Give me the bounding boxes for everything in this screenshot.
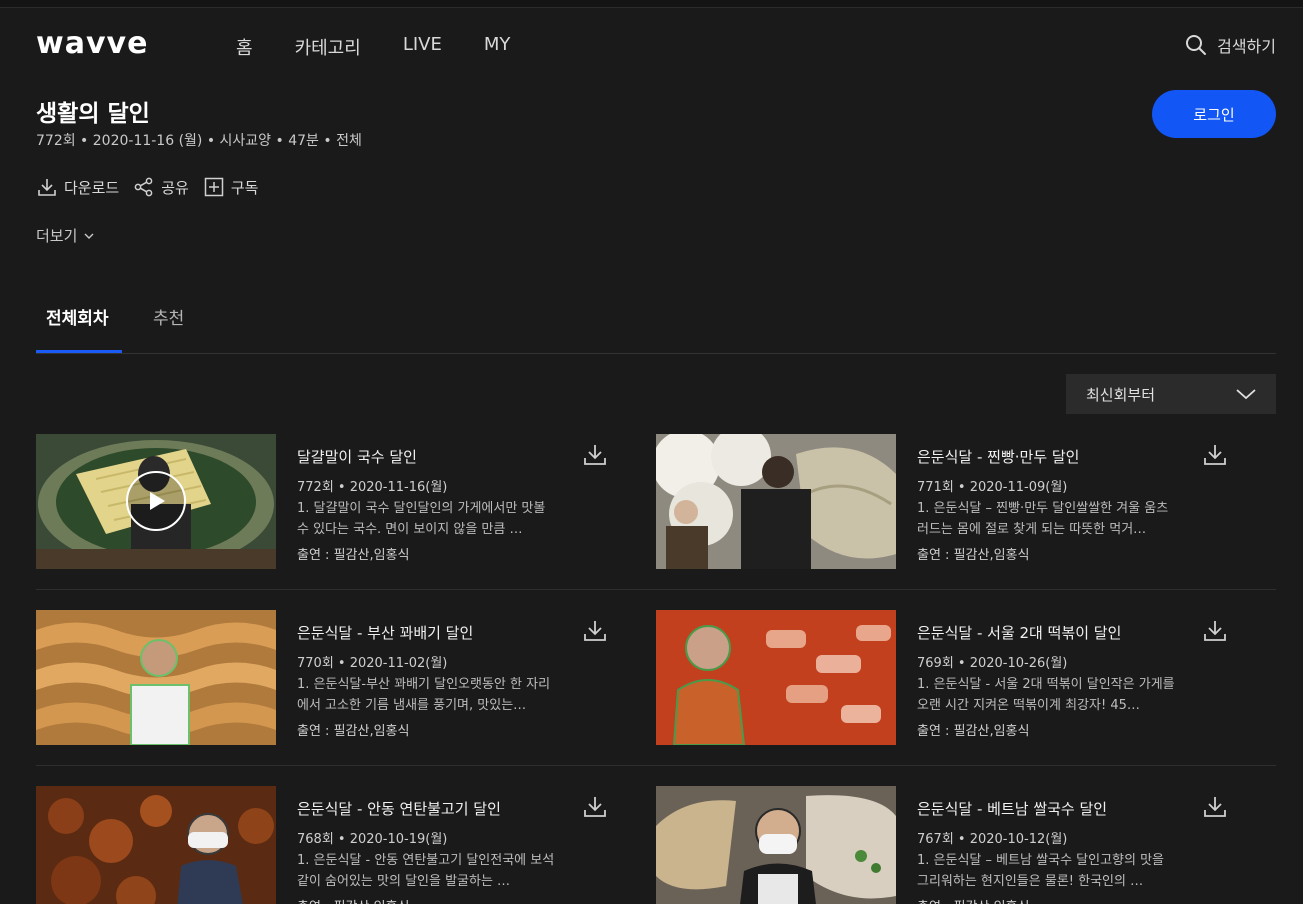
- sort-dropdown[interactable]: 최신회부터: [1066, 374, 1276, 414]
- subscribe-label: 구독: [230, 178, 259, 197]
- episode-title[interactable]: 은둔식달 - 서울 2대 떡볶이 달인: [917, 622, 1121, 643]
- episode-cast: 출연 : 필감산,임홍식: [917, 896, 1029, 904]
- episode-date: 769회 • 2020-10-26(월): [917, 656, 1068, 671]
- episode-title[interactable]: 은둔식달 - 부산 꽈배기 달인: [297, 622, 473, 643]
- play-button[interactable]: [126, 471, 186, 531]
- header: wavve 홈 카테고리 LIVE MY 검색하기: [0, 8, 1303, 84]
- download-icon[interactable]: [1202, 442, 1228, 468]
- chevron-down-icon: [1236, 389, 1256, 400]
- episode-date: 767회 • 2020-10-12(월): [917, 832, 1068, 847]
- episode-title[interactable]: 달걀말이 국수 달인: [297, 446, 417, 467]
- subscribe-action[interactable]: 구독: [203, 176, 259, 198]
- download-icon[interactable]: [1202, 794, 1228, 820]
- episode-date: 772회 • 2020-11-16(월): [297, 480, 448, 495]
- sort-selected: 최신회부터: [1086, 385, 1156, 404]
- download-action[interactable]: 다운로드: [36, 176, 119, 198]
- episode-cast: 출연 : 필감산,임홍식: [297, 896, 409, 904]
- episode-item[interactable]: 은둔식달 - 안동 연탄불고기 달인 768회 • 2020-10-19(월) …: [36, 786, 616, 904]
- download-icon[interactable]: [582, 618, 608, 644]
- episode-date: 768회 • 2020-10-19(월): [297, 832, 448, 847]
- more-label: 더보기: [36, 227, 78, 245]
- plus-box-icon: [204, 177, 224, 197]
- download-icon[interactable]: [1202, 618, 1228, 644]
- episode-thumbnail[interactable]: [36, 786, 276, 904]
- wavve-logo[interactable]: wavve: [36, 26, 148, 61]
- top-border: [0, 0, 1303, 8]
- episode-description: 1. 달걀말이 국수 달인달인의 가게에서만 맛볼 수 있다는 국수. 면이 보…: [297, 501, 546, 537]
- episode-thumbnail[interactable]: [656, 610, 896, 745]
- program-meta: 772회 • 2020-11-16 (월) • 시사교양 • 47분 • 전체: [36, 133, 362, 149]
- episode-cast: 출연 : 필감산,임홍식: [917, 548, 1030, 563]
- episode-item[interactable]: 달걀말이 국수 달인 772회 • 2020-11-16(월) 1. 달걀말이 …: [36, 434, 616, 570]
- download-icon: [38, 179, 56, 196]
- episode-thumbnail[interactable]: [656, 434, 896, 569]
- row-divider: [36, 589, 1276, 590]
- episode-date: 771회 • 2020-11-09(월): [917, 480, 1068, 495]
- episode-description: 1. 은둔식달 – 찐빵·만두 달인쌀쌀한 겨울 움츠러드는 몸에 절로 찾게 …: [917, 501, 1169, 537]
- episode-item[interactable]: 은둔식달 - 서울 2대 떡볶이 달인 769회 • 2020-10-26(월)…: [656, 610, 1236, 746]
- episode-item[interactable]: 은둔식달 - 부산 꽈배기 달인 770회 • 2020-11-02(월) 1.…: [36, 610, 616, 746]
- episode-title[interactable]: 은둔식달 - 찐빵·만두 달인: [917, 446, 1080, 467]
- login-button[interactable]: 로그인: [1152, 90, 1276, 138]
- search-label: 검색하기: [1217, 37, 1276, 56]
- program-title: 생활의 달인: [36, 101, 150, 127]
- episode-thumbnail[interactable]: [36, 434, 276, 569]
- tab-recommend[interactable]: 추천: [153, 304, 184, 329]
- nav-category[interactable]: 카테고리: [295, 34, 361, 60]
- program-actions: 다운로드 공유 구독: [36, 176, 258, 198]
- episode-description: 1. 은둔식달 – 베트남 쌀국수 달인고향의 맛을 그리워하는 현지인들은 물…: [917, 853, 1165, 889]
- tab-all-episodes[interactable]: 전체회차: [46, 304, 109, 329]
- play-icon: [150, 492, 165, 510]
- episode-item[interactable]: 은둔식달 - 찐빵·만두 달인 771회 • 2020-11-09(월) 1. …: [656, 434, 1236, 570]
- search-icon: [1186, 35, 1207, 55]
- episode-item[interactable]: 은둔식달 - 베트남 쌀국수 달인 767회 • 2020-10-12(월) 1…: [656, 786, 1236, 904]
- episode-title[interactable]: 은둔식달 - 안동 연탄불고기 달인: [297, 798, 501, 819]
- main-nav: 홈 카테고리 LIVE MY: [236, 34, 552, 60]
- row-divider: [36, 765, 1276, 766]
- nav-my[interactable]: MY: [484, 34, 511, 60]
- nav-live[interactable]: LIVE: [403, 34, 442, 60]
- download-icon[interactable]: [582, 794, 608, 820]
- download-icon[interactable]: [582, 442, 608, 468]
- search-button[interactable]: 검색하기: [1185, 33, 1276, 57]
- episode-title[interactable]: 은둔식달 - 베트남 쌀국수 달인: [917, 798, 1107, 819]
- chevron-down-icon: [84, 233, 94, 239]
- episode-cast: 출연 : 필감산,임홍식: [917, 724, 1030, 739]
- share-icon: [134, 177, 153, 197]
- share-action[interactable]: 공유: [133, 176, 189, 198]
- episode-description: 1. 은둔식달 - 서울 2대 떡볶이 달인작은 가게를 오랜 시간 지켜온 떡…: [917, 677, 1175, 713]
- episode-description: 1. 은둔식달 - 안동 연탄불고기 달인전국에 보석같이 숨어있는 맛의 달인…: [297, 853, 555, 889]
- active-tab-indicator: [36, 350, 122, 353]
- share-label: 공유: [161, 178, 189, 197]
- episode-cast: 출연 : 필감산,임홍식: [297, 548, 410, 563]
- nav-home[interactable]: 홈: [236, 34, 253, 60]
- episode-tabs: 전체회차 추천: [36, 304, 1276, 354]
- download-label: 다운로드: [64, 178, 120, 197]
- episode-thumbnail[interactable]: [656, 786, 896, 904]
- more-toggle[interactable]: 더보기: [36, 225, 95, 246]
- episode-cast: 출연 : 필감산,임홍식: [297, 724, 410, 739]
- episode-thumbnail[interactable]: [36, 610, 276, 745]
- episode-description: 1. 은둔식달-부산 꽈배기 달인오랫동안 한 자리에서 고소한 기름 냄새를 …: [297, 677, 551, 713]
- episode-date: 770회 • 2020-11-02(월): [297, 656, 448, 671]
